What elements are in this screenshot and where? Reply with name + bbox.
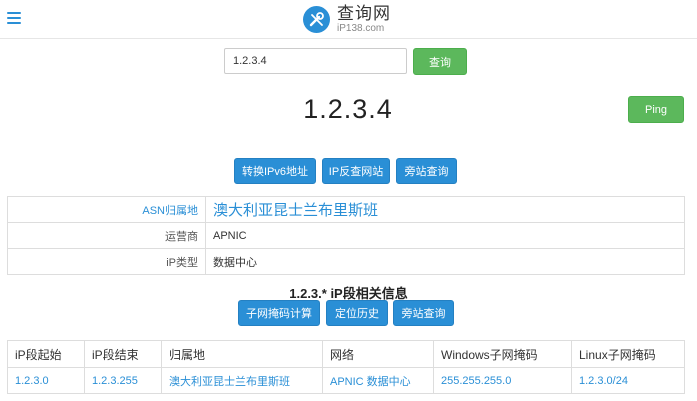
logo-title: 查询网 (337, 3, 391, 23)
ip-reverse-lookup-button[interactable]: IP反查网站 (322, 158, 390, 184)
ip-search-input[interactable] (224, 48, 407, 74)
asn-location-value: 澳大利亚昆士兰布里斯班 (205, 196, 685, 223)
ip-type-value: 数据中心 (205, 248, 685, 275)
cell-network[interactable]: APNIC 数据中心 (322, 367, 434, 394)
col-header-network: 网络 (322, 340, 434, 368)
ip-type-label: iP类型 (7, 248, 206, 275)
col-header-range-end: iP段结束 (84, 340, 162, 368)
table-row: ASN归属地 澳大利亚昆士兰布里斯班 (7, 196, 685, 223)
wrench-screwdriver-icon (303, 5, 330, 33)
col-header-linux-mask: Linux子网掩码 (571, 340, 685, 368)
col-header-windows-mask: Windows子网掩码 (433, 340, 572, 368)
ping-button[interactable]: Ping (628, 96, 684, 123)
cell-linux-mask[interactable]: 1.2.3.0/24 (571, 367, 685, 394)
table-row: iP类型 数据中心 (7, 248, 685, 275)
logo-domain: iP138.com (337, 22, 385, 34)
site-logo[interactable]: 查询网 iP138.com (303, 4, 391, 34)
subnet-calc-button[interactable]: 子网掩码计算 (238, 300, 320, 326)
isp-label: 运营商 (7, 222, 206, 249)
cell-location[interactable]: 澳大利亚昆士兰布里斯班 (161, 367, 323, 394)
table-row: 1.2.3.0 1.2.3.255 澳大利亚昆士兰布里斯班 APNIC 数据中心… (7, 367, 685, 394)
cell-windows-mask[interactable]: 255.255.255.0 (433, 367, 572, 394)
table-row: 运营商 APNIC (7, 222, 685, 249)
queried-ip-display: 1.2.3.4 (303, 94, 393, 124)
top-header: 查询网 iP138.com (0, 0, 697, 39)
ip-range-table: iP段起始 iP段结束 归属地 网络 Windows子网掩码 Linux子网掩码… (7, 340, 685, 394)
side-site-query-button-2[interactable]: 旁站查询 (393, 300, 454, 326)
location-history-button[interactable]: 定位历史 (326, 300, 388, 326)
convert-ipv6-button[interactable]: 转换IPv6地址 (234, 158, 316, 184)
col-header-range-start: iP段起始 (7, 340, 85, 368)
side-site-query-button[interactable]: 旁站查询 (396, 158, 457, 184)
hamburger-menu-icon[interactable] (7, 12, 21, 24)
query-button[interactable]: 查询 (413, 48, 467, 75)
cell-range-start[interactable]: 1.2.3.0 (7, 367, 85, 394)
isp-value: APNIC (205, 222, 685, 249)
ip-info-table: ASN归属地 澳大利亚昆士兰布里斯班 运营商 APNIC iP类型 数据中心 (7, 196, 685, 275)
cell-range-end[interactable]: 1.2.3.255 (84, 367, 162, 394)
col-header-location: 归属地 (161, 340, 323, 368)
table-header-row: iP段起始 iP段结束 归属地 网络 Windows子网掩码 Linux子网掩码 (7, 340, 685, 368)
asn-location-label: ASN归属地 (7, 196, 206, 223)
